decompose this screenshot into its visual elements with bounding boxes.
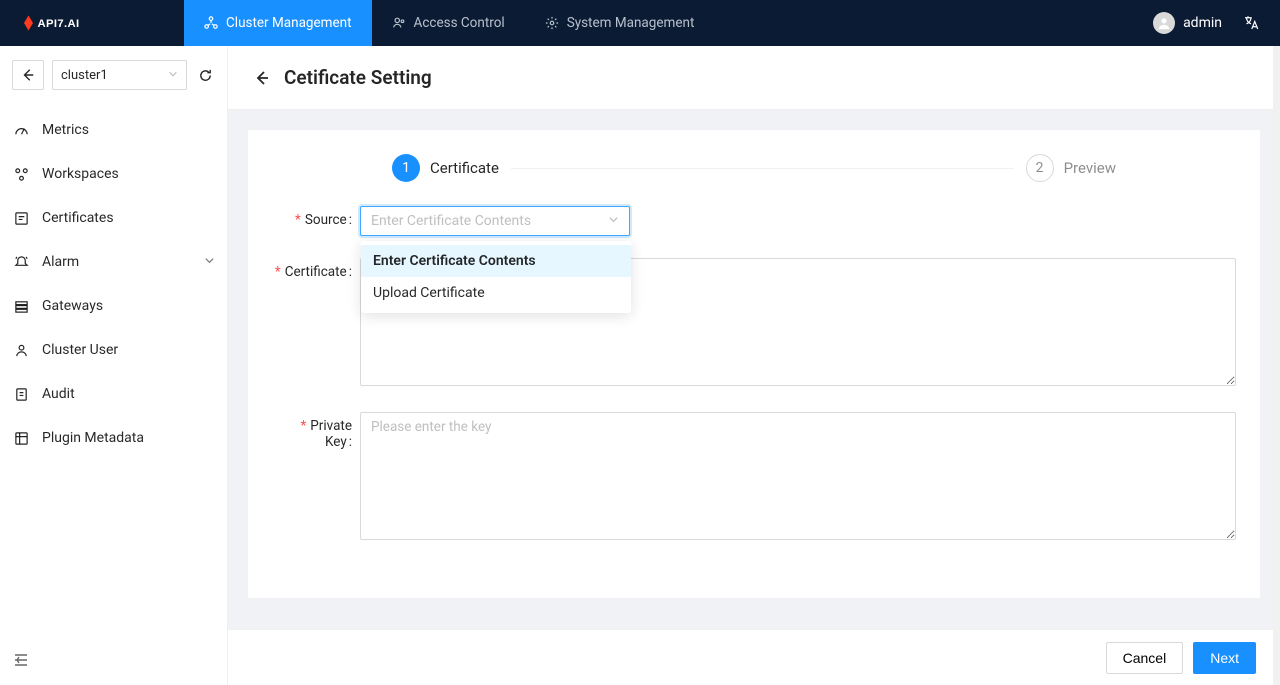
- sidebar-menu: Metrics Workspaces Certificates Alarm: [0, 102, 227, 466]
- step-divider: [511, 168, 1014, 169]
- sidebar: cluster1 Metrics Workspaces C: [0, 46, 228, 685]
- option-label: Enter Certificate Contents: [373, 253, 536, 269]
- sidebar-item-gateways[interactable]: Gateways: [0, 284, 227, 328]
- certificate-label: Certificate: [272, 258, 352, 280]
- gateway-icon: [14, 299, 30, 314]
- step-number: 1: [392, 154, 420, 182]
- nav-access-control[interactable]: Access Control: [372, 0, 525, 46]
- cluster-select[interactable]: cluster1: [52, 60, 187, 90]
- source-placeholder: Enter Certificate Contents: [371, 213, 531, 229]
- user-icon: [14, 343, 30, 358]
- nav-label: Access Control: [414, 15, 505, 31]
- footer: Cancel Next: [228, 629, 1280, 685]
- private-key-textarea[interactable]: [360, 412, 1236, 540]
- sidebar-item-metrics[interactable]: Metrics: [0, 108, 227, 152]
- chevron-down-icon: [608, 213, 619, 229]
- sidebar-item-workspaces[interactable]: Workspaces: [0, 152, 227, 196]
- step-number: 2: [1026, 154, 1054, 182]
- sidebar-item-label: Gateways: [42, 298, 103, 314]
- certificate-icon: [14, 211, 30, 226]
- sidebar-item-plugin-metadata[interactable]: Plugin Metadata: [0, 416, 227, 460]
- sidebar-item-certificates[interactable]: Certificates: [0, 196, 227, 240]
- step-certificate: 1 Certificate: [392, 154, 499, 182]
- page-back-button[interactable]: [252, 68, 272, 88]
- language-icon[interactable]: [1242, 14, 1260, 32]
- private-key-label: Private Key: [272, 412, 352, 450]
- workspaces-icon: [14, 167, 30, 182]
- sidebar-item-label: Metrics: [42, 122, 89, 138]
- audit-icon: [14, 387, 30, 402]
- avatar: [1153, 12, 1175, 34]
- nav-cluster-management[interactable]: Cluster Management: [184, 0, 372, 46]
- source-option-enter-contents[interactable]: Enter Certificate Contents: [361, 245, 631, 277]
- nav-system-management[interactable]: System Management: [525, 0, 715, 46]
- option-label: Upload Certificate: [373, 285, 485, 301]
- sidebar-item-label: Plugin Metadata: [42, 430, 144, 446]
- alarm-icon: [14, 255, 30, 270]
- reload-button[interactable]: [195, 65, 215, 85]
- nav-label: System Management: [567, 15, 695, 31]
- source-select[interactable]: Enter Certificate Contents Enter Certifi…: [360, 206, 630, 236]
- chevron-down-icon: [204, 254, 215, 270]
- plugin-icon: [14, 431, 30, 446]
- svg-text:API7.AI: API7.AI: [38, 18, 80, 30]
- chevron-down-icon: [168, 68, 178, 83]
- source-label: Source: [272, 206, 352, 228]
- gear-icon: [545, 16, 559, 30]
- page-title: Cetificate Setting: [284, 66, 432, 89]
- sidebar-item-audit[interactable]: Audit: [0, 372, 227, 416]
- top-nav: API7.AI Cluster Management Access Contro…: [0, 0, 1280, 46]
- sidebar-item-alarm[interactable]: Alarm: [0, 240, 227, 284]
- cluster-icon: [204, 16, 218, 30]
- sidebar-item-cluster-user[interactable]: Cluster User: [0, 328, 227, 372]
- step-label: Preview: [1064, 159, 1116, 177]
- sidebar-collapse-button[interactable]: [10, 649, 32, 671]
- sidebar-back-button[interactable]: [12, 60, 44, 90]
- sidebar-item-label: Certificates: [42, 210, 114, 226]
- sidebar-item-label: Audit: [42, 386, 75, 402]
- page-header: Cetificate Setting: [228, 46, 1280, 110]
- source-dropdown: Enter Certificate Contents Upload Certif…: [361, 241, 631, 313]
- brand-logo: API7.AI: [0, 13, 184, 33]
- step-label: Certificate: [430, 159, 499, 177]
- sidebar-item-label: Alarm: [42, 254, 79, 270]
- cancel-button[interactable]: Cancel: [1106, 642, 1184, 674]
- user-menu[interactable]: admin: [1153, 12, 1222, 34]
- nav-label: Cluster Management: [226, 15, 352, 31]
- gauge-icon: [14, 123, 30, 138]
- access-icon: [392, 16, 406, 30]
- form-card: 1 Certificate 2 Preview Source: [248, 130, 1260, 598]
- scrollbar[interactable]: [1273, 46, 1280, 685]
- steps: 1 Certificate 2 Preview: [392, 154, 1116, 182]
- step-preview: 2 Preview: [1026, 154, 1116, 182]
- cluster-select-value: cluster1: [61, 68, 108, 83]
- username: admin: [1183, 15, 1222, 31]
- next-button[interactable]: Next: [1193, 642, 1256, 674]
- main: Cetificate Setting 1 Certificate 2 Previ…: [228, 46, 1280, 685]
- source-option-upload[interactable]: Upload Certificate: [361, 277, 631, 309]
- sidebar-item-label: Workspaces: [42, 166, 119, 182]
- sidebar-item-label: Cluster User: [42, 342, 118, 358]
